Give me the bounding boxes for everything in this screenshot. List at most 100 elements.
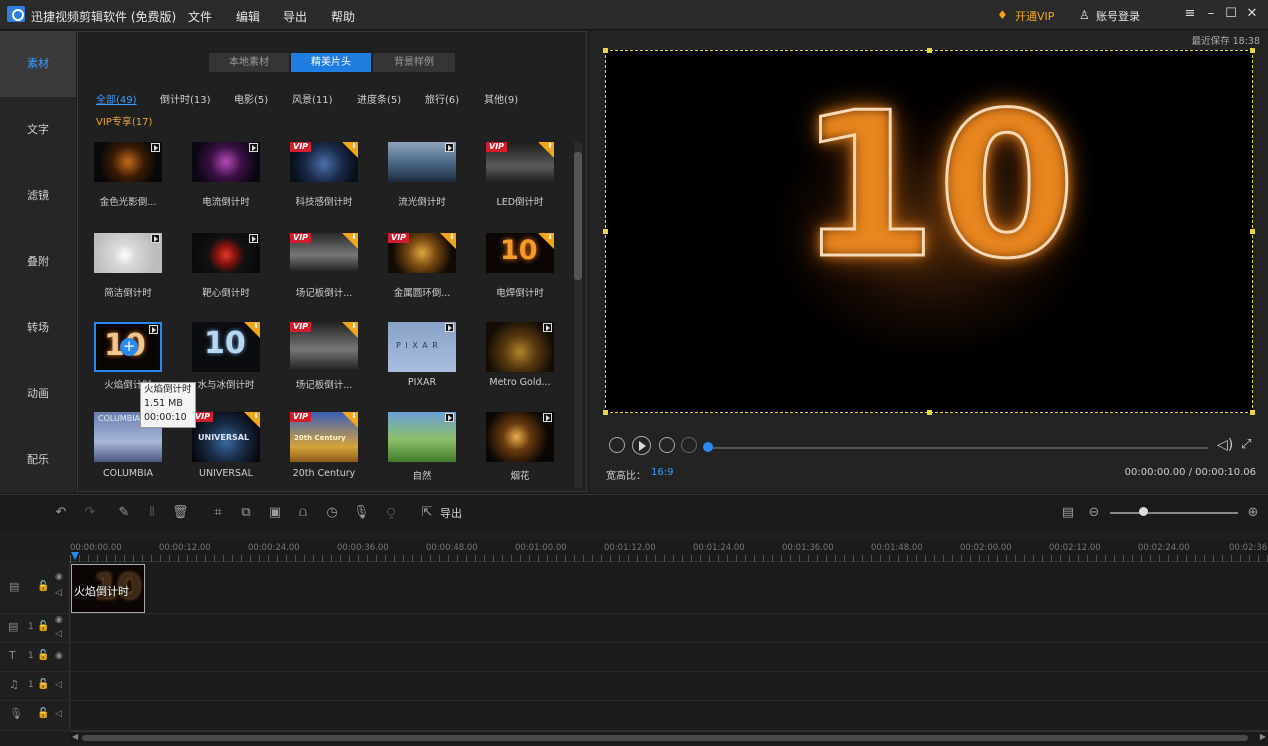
timeline-ruler[interactable]: 00:00:00.00 00:00:12.00 00:00:24.00 00:0… — [70, 540, 1268, 562]
menu-edit[interactable]: 编辑 — [236, 8, 260, 25]
lock-icon[interactable]: 🔓 — [37, 581, 49, 592]
resize-handle[interactable] — [927, 48, 932, 53]
thumb-fire[interactable]: 10+ — [94, 322, 162, 372]
resize-handle[interactable] — [1250, 410, 1255, 415]
eye-icon[interactable]: ◉ — [55, 572, 63, 582]
thumb-flowing-light[interactable] — [388, 142, 456, 182]
sidebar-item-music[interactable]: 配乐 — [0, 427, 76, 493]
preview-icon[interactable] — [249, 143, 258, 152]
thumb-target[interactable] — [192, 233, 260, 273]
preview-icon[interactable] — [445, 143, 454, 152]
library-scroll-thumb[interactable] — [574, 152, 582, 280]
split-icon[interactable]: ⫴ — [144, 505, 160, 521]
progress-knob[interactable] — [703, 442, 713, 452]
fit-icon[interactable]: ▤ — [1060, 505, 1076, 521]
download-icon[interactable] — [342, 142, 358, 158]
close-icon[interactable]: ✕ — [1244, 6, 1260, 22]
thumb-welding[interactable]: 10 — [486, 233, 554, 273]
menu-icon[interactable]: ≡ — [1182, 6, 1198, 22]
zoom-out-icon[interactable]: ⊖ — [1086, 505, 1102, 521]
lock-icon[interactable]: 🔓 — [37, 621, 49, 632]
thumb-universal[interactable]: VIP UNIVERSAL — [192, 412, 260, 462]
resize-handle[interactable] — [603, 229, 608, 234]
preview-icon[interactable] — [149, 325, 158, 334]
preview-icon[interactable] — [543, 323, 552, 332]
volume-icon[interactable]: ◁) — [1217, 437, 1233, 453]
crop-icon[interactable]: ⌗ — [210, 505, 226, 521]
download-icon[interactable] — [440, 233, 456, 249]
download-icon[interactable] — [342, 412, 358, 428]
resize-handle[interactable] — [927, 410, 932, 415]
menu-help[interactable]: 帮助 — [331, 8, 355, 25]
speed-icon[interactable]: ⩍ — [295, 505, 311, 521]
speaker-icon[interactable]: ◁ — [55, 588, 62, 598]
play-icon[interactable] — [632, 436, 651, 455]
category-movie[interactable]: 电影(5) — [234, 91, 268, 106]
preview-icon[interactable] — [445, 413, 454, 422]
zoom-slider[interactable] — [1110, 512, 1238, 514]
category-travel[interactable]: 旅行(6) — [425, 91, 459, 106]
thumb-tech[interactable]: VIP — [290, 142, 358, 182]
download-icon[interactable] — [244, 322, 260, 338]
sidebar-item-text[interactable]: 文字 — [0, 97, 76, 163]
login-button[interactable]: 账号登录 — [1096, 8, 1140, 24]
menu-export[interactable]: 导出 — [283, 8, 307, 25]
download-icon[interactable] — [538, 233, 554, 249]
export-icon[interactable]: ⇱ — [419, 505, 435, 521]
download-icon[interactable] — [342, 322, 358, 338]
thumb-simple[interactable] — [94, 233, 162, 273]
progress-track[interactable] — [710, 447, 1208, 449]
sidebar-item-overlay[interactable]: 叠附 — [0, 229, 76, 295]
thumb-water-ice[interactable]: 10 — [192, 322, 260, 372]
preview-icon[interactable] — [151, 143, 160, 152]
stop-icon[interactable] — [681, 437, 697, 453]
duration-icon[interactable]: ◷ — [324, 505, 340, 521]
playhead[interactable] — [71, 552, 79, 560]
thumb-nature[interactable] — [388, 412, 456, 462]
resize-handle[interactable] — [1250, 229, 1255, 234]
maximize-icon[interactable]: ☐ — [1223, 6, 1239, 22]
category-other[interactable]: 其他(9) — [484, 91, 518, 106]
scroll-left-icon[interactable]: ◀ — [72, 732, 78, 741]
next-frame-icon[interactable] — [659, 437, 675, 453]
eye-icon[interactable]: ◉ — [55, 651, 63, 661]
thumb-metal-ring[interactable]: VIP — [388, 233, 456, 273]
edit-icon[interactable]: ✎ — [116, 505, 132, 521]
thumb-fireworks[interactable] — [486, 412, 554, 462]
fullscreen-icon[interactable]: ⤢ — [1241, 437, 1251, 452]
preview-icon[interactable] — [445, 323, 454, 332]
export-button[interactable]: 导出 — [440, 505, 462, 521]
resize-handle[interactable] — [603, 48, 608, 53]
download-icon[interactable] — [244, 412, 260, 428]
thumb-electric[interactable] — [192, 142, 260, 182]
sidebar-item-materials[interactable]: 素材 — [0, 31, 76, 97]
category-all[interactable]: 全部(49) — [96, 91, 137, 106]
sidebar-item-transition[interactable]: 转场 — [0, 295, 76, 361]
thumb-20th-century[interactable]: VIP 20th Century — [290, 412, 358, 462]
scroll-right-icon[interactable]: ▶ — [1260, 732, 1266, 741]
speaker-icon[interactable]: ◁ — [55, 709, 62, 719]
preview-icon[interactable] — [151, 234, 160, 243]
zoom-knob[interactable] — [1139, 507, 1148, 516]
prev-frame-icon[interactable] — [609, 437, 625, 453]
thumb-led[interactable]: VIP — [486, 142, 554, 182]
timeline-scroll-thumb[interactable] — [82, 735, 1248, 741]
timeline-scrollbar[interactable]: ◀ ▶ — [70, 731, 1268, 744]
thumb-gold-light[interactable] — [94, 142, 162, 182]
category-countdown[interactable]: 倒计时(13) — [160, 91, 211, 106]
menu-file[interactable]: 文件 — [188, 8, 212, 25]
voice-icon[interactable]: ⍜ — [383, 505, 399, 521]
thumb-pixar[interactable]: P I X A R — [388, 322, 456, 372]
thumb-clapper-2[interactable]: VIP — [290, 322, 358, 372]
redo-icon[interactable]: ↷ — [82, 505, 98, 521]
sidebar-item-filters[interactable]: 滤镜 — [0, 163, 76, 229]
delete-icon[interactable]: 🗑 — [172, 505, 189, 521]
eye-icon[interactable]: ◉ — [55, 615, 63, 625]
thumb-clapper[interactable]: VIP — [290, 233, 358, 273]
category-vip[interactable]: VIP专享(17) — [96, 113, 152, 128]
resize-handle[interactable] — [603, 410, 608, 415]
tab-backgrounds[interactable]: 背景样例 — [373, 53, 455, 72]
lock-icon[interactable]: 🔓 — [37, 650, 49, 661]
lock-icon[interactable]: 🔓 — [37, 708, 49, 719]
lock-icon[interactable]: 🔓 — [37, 679, 49, 690]
